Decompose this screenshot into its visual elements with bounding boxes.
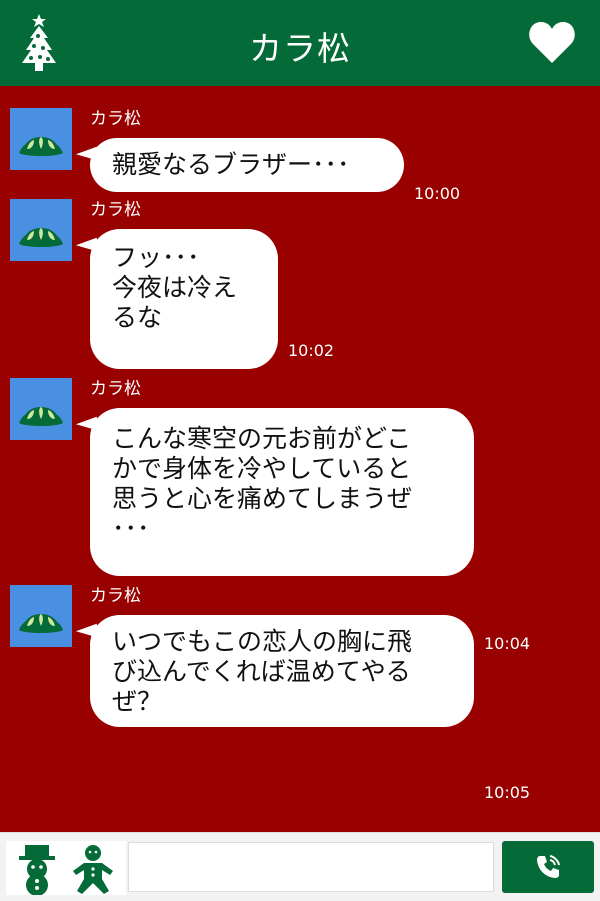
heart-icon[interactable]	[528, 20, 576, 64]
message-bubble[interactable]: 親愛なるブラザー･･･	[90, 138, 404, 192]
message-time: 10:02	[288, 341, 335, 360]
message-bubble[interactable]: いつでもこの恋人の胸に飛 び込んでくれば温めてやる ぜ？	[90, 615, 474, 727]
message-bubble[interactable]: こんな寒空の元お前がどこ かで身体を冷やしていると 思うと心を痛めてしまうぜ ･…	[90, 408, 474, 576]
phone-icon	[537, 855, 560, 878]
avatar[interactable]	[10, 585, 72, 647]
pine-crest-icon	[19, 614, 63, 633]
pine-crest-icon	[19, 407, 63, 426]
chat-area[interactable]: カラ松 親愛なるブラザー･･･ 10:00 カラ松 フッ･･･ 今夜は冷え るな…	[0, 86, 600, 832]
sender-name: カラ松	[90, 586, 141, 606]
pine-crest-icon	[19, 228, 63, 247]
gingerbread-man-icon[interactable]	[68, 843, 118, 895]
app-header: カラ松	[0, 0, 600, 86]
input-bar	[0, 832, 600, 901]
avatar[interactable]	[10, 378, 72, 440]
message-input[interactable]	[128, 842, 494, 892]
snowman-icon[interactable]	[12, 843, 62, 895]
sender-name: カラ松	[90, 379, 141, 399]
chat-title: カラ松	[249, 29, 351, 68]
sender-name: カラ松	[90, 109, 141, 129]
avatar[interactable]	[10, 108, 72, 170]
message-time: 10:04	[484, 634, 531, 653]
call-button[interactable]	[502, 841, 594, 893]
sticker-tray	[6, 841, 126, 895]
message-time: 10:00	[414, 184, 461, 203]
message-time: 10:05	[484, 783, 531, 802]
sender-name: カラ松	[90, 200, 141, 220]
avatar[interactable]	[10, 199, 72, 261]
pine-crest-icon	[19, 137, 63, 156]
message-bubble[interactable]: フッ･･･ 今夜は冷え るな	[90, 229, 278, 369]
